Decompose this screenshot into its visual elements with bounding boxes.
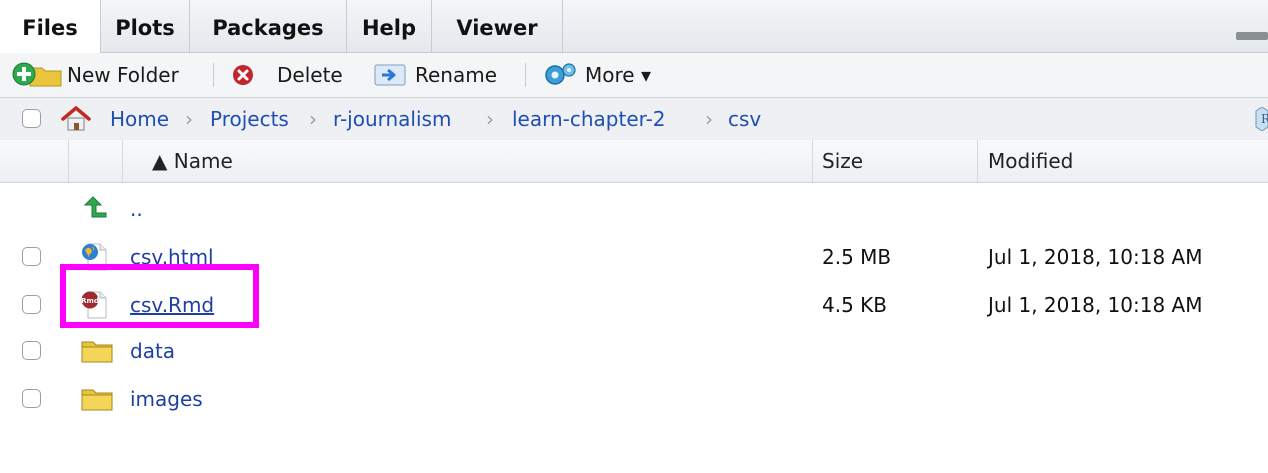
r-project-icon[interactable]: R [1254,107,1268,131]
folder-icon [81,341,113,363]
column-divider [68,140,69,182]
files-toolbar: New Folder Delete Rename More ▾ [0,53,1268,98]
new-folder-label: New Folder [67,63,179,87]
column-header-name[interactable]: ▲ Name [152,140,233,182]
column-header-size[interactable]: Size [822,140,863,182]
row-checkbox[interactable] [22,295,41,314]
gear-icon [545,63,576,85]
select-all-checkbox[interactable] [22,109,41,128]
folder-link-images[interactable]: images [130,376,203,422]
file-size: 4.5 KB [822,293,887,317]
toolbar-divider [213,63,214,87]
delete-icon [233,65,253,85]
rename-label: Rename [415,63,498,87]
tab-packages[interactable]: Packages [190,0,347,52]
breadcrumb-r-journalism[interactable]: r-journalism [333,98,451,140]
new-folder-icon [12,62,62,87]
more-label: More ▾ [585,63,651,87]
column-divider [122,140,123,182]
delete-label: Delete [277,63,343,87]
row-checkbox[interactable] [22,247,41,266]
delete-button[interactable]: Delete [232,53,352,97]
folder-icon [81,389,113,411]
breadcrumb-separator: › [705,107,713,131]
tab-help[interactable]: Help [347,0,432,52]
minimize-pane-button[interactable] [1236,32,1268,40]
pane-tab-bar: Files Plots Packages Help Viewer [0,0,1268,53]
tab-files[interactable]: Files [0,0,101,53]
file-modified: Jul 1, 2018, 10:18 AM [988,293,1203,317]
parent-directory-link[interactable]: .. [130,186,143,232]
row-checkbox[interactable] [22,389,41,408]
home-icon[interactable] [60,106,92,132]
list-item-parent[interactable]: .. [0,186,1268,232]
breadcrumb-learn-chapter-2[interactable]: learn-chapter-2 [512,98,666,140]
rename-icon [374,64,406,86]
tab-plots[interactable]: Plots [101,0,190,52]
column-divider [812,140,813,182]
folder-link-data[interactable]: data [130,328,175,374]
tab-viewer[interactable]: Viewer [432,0,563,52]
file-size: 2.5 MB [822,245,892,269]
column-header-modified[interactable]: Modified [988,140,1073,182]
breadcrumb-separator: › [185,107,193,131]
highlight-annotation-box [60,264,259,328]
row-checkbox[interactable] [22,341,41,360]
more-menu-button[interactable]: More ▾ [543,53,673,97]
file-modified: Jul 1, 2018, 10:18 AM [988,245,1203,269]
new-folder-button[interactable]: New Folder [12,53,194,97]
rename-button[interactable]: Rename [374,53,506,97]
up-arrow-icon [83,196,107,218]
toolbar-divider [525,63,526,87]
breadcrumb-separator: › [486,107,494,131]
breadcrumb-home[interactable]: Home [110,98,169,140]
table-row: images [0,376,1268,422]
breadcrumb-projects[interactable]: Projects [210,98,289,140]
file-list-header: ▲ Name Size Modified [0,140,1268,183]
breadcrumb: Home › Projects › r-journalism › learn-c… [0,98,1268,141]
column-divider [977,140,978,182]
breadcrumb-separator: › [309,107,317,131]
table-row: data [0,328,1268,374]
breadcrumb-csv[interactable]: csv [728,98,761,140]
svg-text:R: R [1261,112,1268,126]
